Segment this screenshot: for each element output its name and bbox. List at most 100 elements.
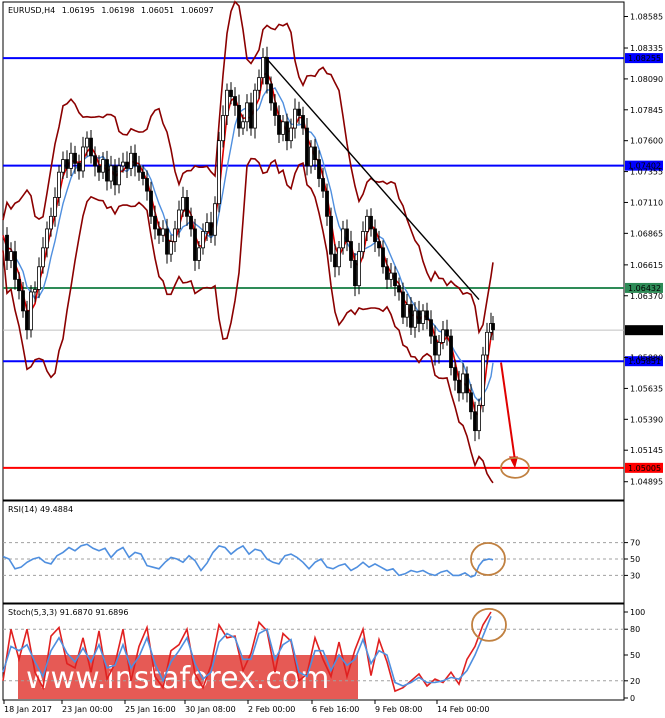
candle-body	[45, 228, 49, 249]
candle-body	[397, 285, 401, 293]
candle-body	[485, 331, 489, 356]
candle-body	[41, 247, 45, 268]
header-high: 1.06198	[101, 6, 134, 15]
candle-body	[337, 247, 341, 268]
candle-body	[313, 146, 317, 160]
candle-body	[449, 335, 453, 369]
candle-body	[181, 197, 185, 211]
candle-body	[5, 234, 9, 261]
candle-body	[121, 161, 125, 167]
candle-body	[225, 89, 229, 116]
candle-body	[169, 241, 173, 255]
candle-body	[409, 304, 413, 328]
candle-body	[353, 260, 357, 287]
price-tick-label: 1.05145	[630, 446, 663, 455]
candle-body	[137, 165, 141, 173]
candle-body	[453, 367, 457, 381]
candle-body	[465, 373, 469, 394]
candle-body	[445, 329, 449, 337]
candle-body	[349, 241, 353, 261]
candle-body	[109, 165, 113, 182]
osc-tick-label: 50	[630, 555, 640, 564]
candle-body	[469, 392, 473, 413]
candle-body	[165, 228, 169, 255]
candle-body	[265, 57, 269, 85]
price-tick-label: 1.08090	[630, 75, 663, 84]
price-tick-label: 1.07355	[630, 168, 663, 177]
header-symbol: EURUSD,H4	[8, 6, 55, 15]
candle-body	[425, 310, 429, 321]
trading-chart: 1.082551.074021.064321.058511.050051.060…	[0, 0, 665, 718]
candle-body	[325, 190, 329, 217]
candle-body	[173, 228, 177, 242]
price-tick-label: 1.05390	[630, 415, 663, 424]
candle-body	[433, 335, 437, 356]
candle-body	[393, 272, 397, 287]
candle-body	[61, 159, 65, 173]
candle-body	[49, 215, 53, 230]
price-tick-label: 1.07600	[630, 137, 663, 146]
candle-body	[333, 253, 337, 268]
price-panel: 1.082551.074021.064321.058511.050051.060…	[2, 0, 663, 501]
candle-body	[473, 411, 477, 432]
candle-body	[361, 231, 365, 253]
candle-body	[53, 197, 57, 217]
candle-body	[17, 278, 21, 292]
candle-body	[305, 127, 309, 167]
candle-body	[373, 228, 377, 242]
candle-body	[417, 310, 421, 324]
candle-body	[197, 247, 201, 261]
candle-body	[37, 266, 41, 290]
osc-tick-label: 80	[630, 625, 640, 634]
header-close: 1.06097	[181, 6, 214, 15]
candle-body	[125, 161, 129, 169]
osc-tick-label: 20	[630, 677, 640, 686]
candle-body	[257, 77, 261, 91]
current-price-label: 1.06097	[628, 326, 661, 335]
osc-tick-label: 50	[630, 651, 640, 660]
candle-body	[89, 137, 93, 157]
candle-body	[113, 165, 117, 186]
candle-body	[457, 379, 461, 394]
price-tick-label: 1.06370	[630, 292, 663, 301]
time-tick-label: 18 Jan 2017	[4, 705, 52, 714]
candle-body	[289, 127, 293, 142]
candle-body	[209, 222, 213, 236]
candle-body	[429, 319, 433, 337]
candle-body	[213, 203, 217, 236]
price-tick-label: 1.08335	[630, 44, 663, 53]
candle-body	[9, 251, 13, 261]
candle-body	[81, 146, 85, 172]
price-tick-label: 1.08585	[630, 12, 663, 21]
rsi-panel-frame	[2, 500, 625, 604]
candle-body	[33, 289, 37, 293]
candle-body	[57, 171, 61, 198]
candle-body	[477, 405, 481, 432]
candle-body	[29, 291, 33, 331]
osc-tick-label: 30	[630, 571, 640, 580]
time-tick-label: 23 Jan 00:00	[62, 705, 113, 714]
candle-body	[389, 272, 393, 280]
price-tick-label: 1.05880	[630, 354, 663, 363]
rsi-panel: 70 50 30 RSI(14) 49.4884	[2, 500, 640, 604]
candle-body	[161, 228, 165, 236]
level-tag-label: 1.08255	[628, 54, 661, 63]
candle-body	[129, 152, 133, 169]
osc-tick-label: 0	[630, 694, 635, 703]
candle-body	[253, 89, 257, 129]
header-low: 1.06051	[141, 6, 174, 15]
candle-body	[69, 152, 73, 169]
candle-body	[153, 215, 157, 230]
candle-body	[293, 108, 297, 129]
candle-body	[269, 83, 273, 104]
time-tick-label: 2 Feb 00:00	[248, 705, 295, 714]
candle-body	[345, 228, 349, 242]
candle-body	[377, 241, 381, 249]
candle-body	[249, 102, 253, 129]
time-tick-label: 25 Jan 16:00	[125, 705, 176, 714]
candle-body	[491, 323, 495, 331]
price-tick-label: 1.06615	[630, 261, 663, 270]
candle-body	[245, 102, 249, 123]
candle-body	[185, 197, 189, 217]
candle-body	[297, 108, 301, 116]
